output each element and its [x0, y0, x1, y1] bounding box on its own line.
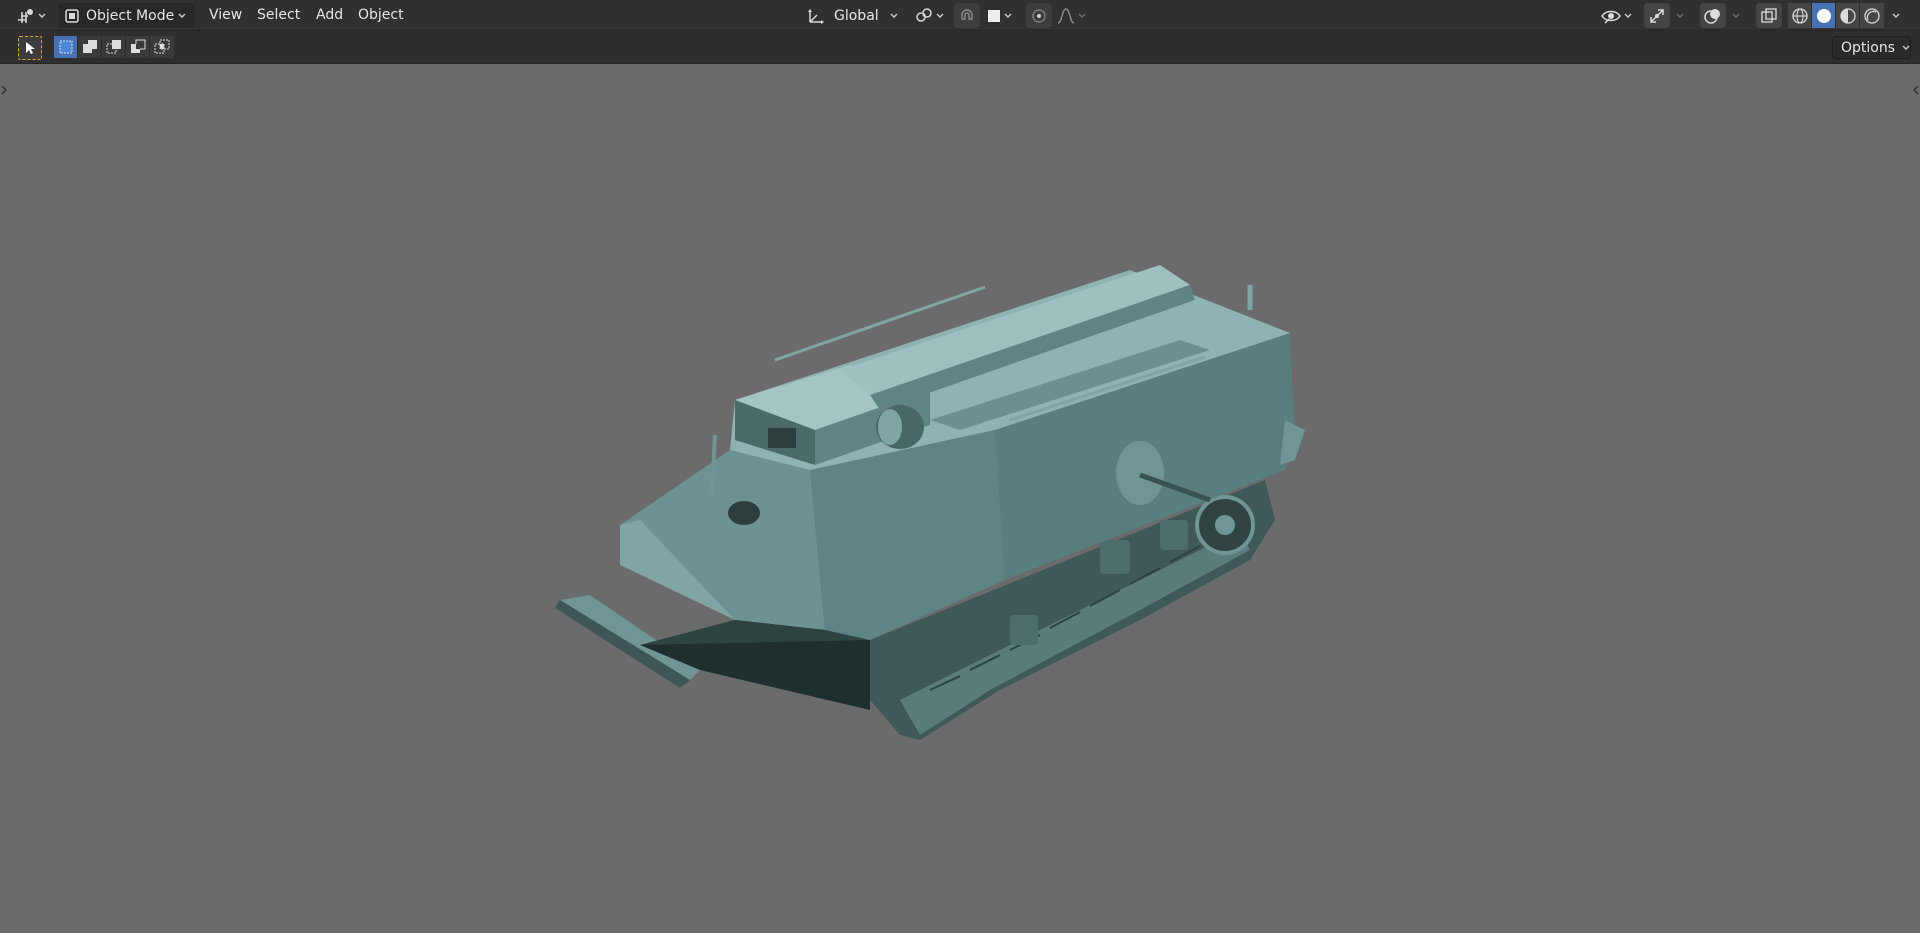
proportional-edit-toggle[interactable]: [1026, 3, 1052, 28]
snap-toggle[interactable]: [954, 3, 980, 28]
rendered-shading-icon: [1863, 7, 1881, 25]
material-shading-icon: [1839, 7, 1857, 25]
snap-element-icon: [986, 8, 1002, 24]
overlays-toggle[interactable]: [1700, 3, 1726, 28]
falloff-curve-icon: [1056, 7, 1076, 25]
options-label: Options: [1841, 39, 1896, 56]
xray-toggle[interactable]: [1756, 3, 1782, 28]
object-mode-label: Object Mode: [86, 7, 175, 24]
select-new-icon: [58, 39, 74, 55]
shading-mode-group: [1788, 3, 1884, 28]
tool-settings-bar: Options: [0, 31, 1920, 64]
selection-set-new-button[interactable]: [54, 36, 78, 58]
chevron-down-icon: [1730, 10, 1742, 22]
menu-add[interactable]: Add: [312, 5, 347, 26]
chevron-down-icon: [1002, 10, 1014, 22]
pivot-point-dropdown[interactable]: [912, 3, 948, 28]
select-box-tool-button[interactable]: [18, 36, 42, 60]
proportional-edit-icon: [1030, 7, 1048, 25]
transform-orientation-icon: [806, 7, 826, 25]
select-extend-icon: [82, 39, 98, 55]
menu-view[interactable]: View: [205, 5, 246, 26]
snap-magnet-icon: [958, 7, 976, 25]
select-invert-icon: [130, 39, 146, 55]
xray-icon: [1760, 7, 1778, 25]
editor-type-icon: [16, 7, 36, 25]
viewport-header: Object Mode View Select Add Object Globa…: [0, 0, 1920, 31]
snap-target-dropdown[interactable]: [982, 3, 1018, 28]
pivot-point-icon: [914, 7, 934, 25]
selection-mode-group: [54, 36, 174, 58]
wireframe-shading-icon: [1791, 7, 1809, 25]
select-subtract-icon: [106, 39, 122, 55]
tank-3d-model[interactable]: [0, 64, 1920, 933]
object-mode-icon: [64, 8, 80, 24]
menu-object[interactable]: Object: [354, 5, 408, 26]
overlays-dropdown[interactable]: [1728, 3, 1744, 28]
3d-viewport[interactable]: [0, 64, 1920, 933]
selection-intersect-button[interactable]: [150, 36, 174, 58]
chevron-down-icon: [1674, 10, 1686, 22]
chevron-down-icon: [934, 10, 946, 22]
selection-subtract-button[interactable]: [102, 36, 126, 58]
wireframe-shading-button[interactable]: [1788, 3, 1812, 28]
chevron-down-icon: [1076, 10, 1088, 22]
chevron-down-icon: [176, 10, 188, 22]
selection-extend-button[interactable]: [78, 36, 102, 58]
chevron-down-icon: [1900, 42, 1912, 54]
orientation-label: Global: [834, 7, 879, 24]
chevron-down-icon: [1622, 10, 1634, 22]
visibility-eye-icon: [1600, 7, 1622, 25]
shading-options-dropdown[interactable]: [1888, 3, 1904, 28]
selection-invert-button[interactable]: [126, 36, 150, 58]
object-mode-dropdown[interactable]: Object Mode: [58, 3, 194, 28]
gizmo-toggle[interactable]: [1644, 3, 1670, 28]
chevron-down-icon: [888, 10, 900, 22]
select-intersect-icon: [154, 39, 170, 55]
visibility-dropdown[interactable]: [1598, 3, 1636, 28]
material-shading-button[interactable]: [1836, 3, 1860, 28]
falloff-dropdown[interactable]: [1054, 3, 1090, 28]
options-dropdown[interactable]: Options: [1832, 36, 1911, 59]
rendered-shading-button[interactable]: [1860, 3, 1884, 28]
solid-shading-icon: [1815, 7, 1833, 25]
menu-select[interactable]: Select: [253, 5, 304, 26]
gizmo-icon: [1648, 7, 1666, 25]
gizmo-dropdown[interactable]: [1672, 3, 1688, 28]
select-box-tool-icon: [22, 40, 38, 56]
editor-type-button[interactable]: [14, 4, 50, 27]
overlays-icon: [1703, 7, 1723, 25]
transform-orientation-dropdown[interactable]: Global: [800, 3, 904, 28]
chevron-down-icon: [1890, 10, 1902, 22]
chevron-down-icon: [36, 10, 48, 22]
solid-shading-button[interactable]: [1812, 3, 1836, 28]
